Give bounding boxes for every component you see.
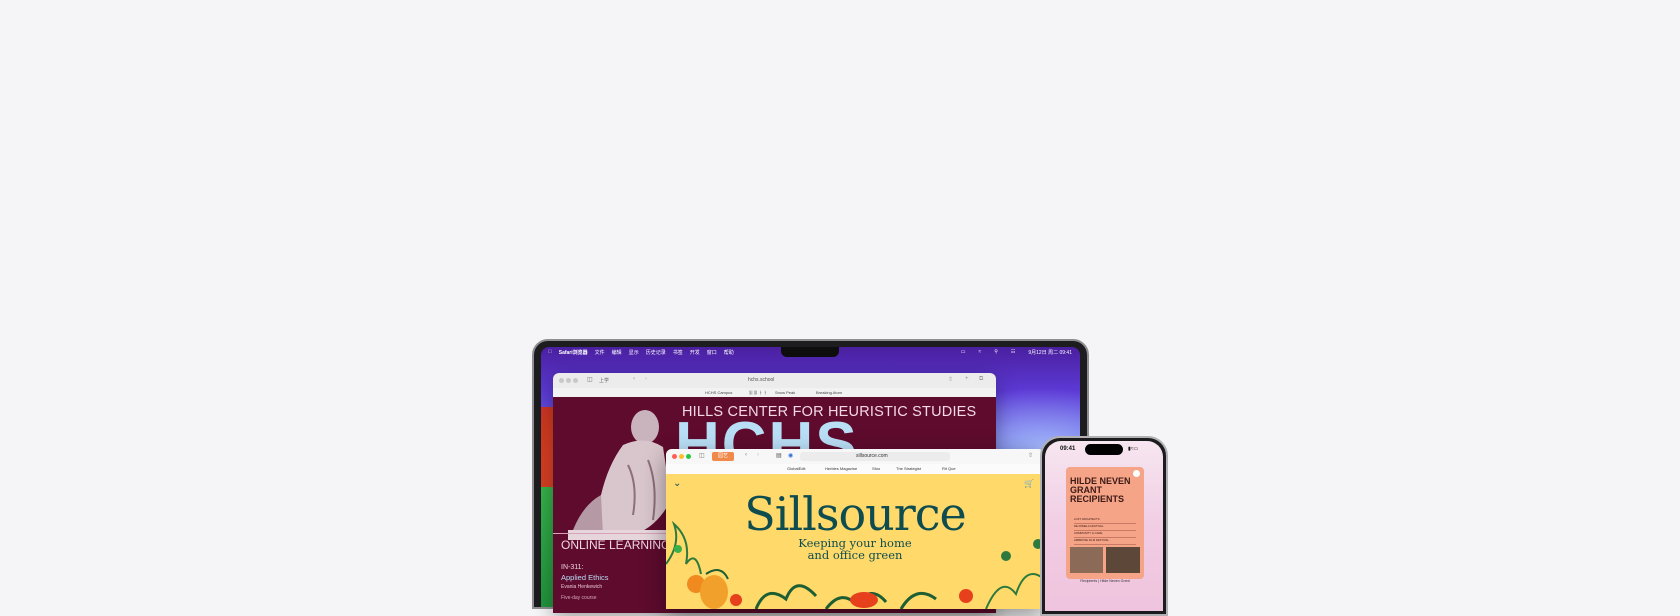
menu-item-bookmarks[interactable]: 书签 <box>673 349 683 356</box>
favorite-link[interactable]: Snow Peak <box>775 390 795 395</box>
favorite-link[interactable]: HCHS Campus <box>705 390 732 395</box>
grant-photo <box>1070 547 1103 573</box>
minimize-button[interactable] <box>566 378 571 383</box>
close-button[interactable] <box>559 378 564 383</box>
forward-icon[interactable]: › <box>757 452 759 458</box>
safari-window-sillsource: ◫ 园艺 ‹ › ▤ ◉ sillsource.com ⇧ GlobalEdit… <box>666 449 1044 609</box>
grant-row[interactable]: DE PAMELA FESTIVAL <box>1074 524 1136 531</box>
address-bar[interactable]: hchs.school <box>748 377 774 383</box>
grant-photo <box>1106 547 1140 573</box>
apple-menu-icon[interactable]:  <box>548 349 552 355</box>
dynamic-island <box>1085 444 1123 455</box>
close-button[interactable] <box>672 454 677 459</box>
zoom-button[interactable] <box>686 454 691 459</box>
course-duration: Five-day course <box>561 595 597 601</box>
menu-item-file[interactable]: 文件 <box>595 349 605 356</box>
close-icon[interactable] <box>1133 470 1140 477</box>
favorite-link[interactable]: Sfoo <box>872 466 880 471</box>
grant-row[interactable]: LOFT ARCHITECTS <box>1074 517 1136 524</box>
menu-item-app[interactable]: Safari浏览器 <box>559 349 588 356</box>
share-icon[interactable]: ⇧ <box>948 376 953 383</box>
menu-bar-status: ▭ ≈ ⚲ ☷ 9月12日 周二 09:41 <box>954 349 1072 356</box>
share-icon[interactable]: ⇧ <box>1028 452 1033 459</box>
menu-item-window[interactable]: 窗口 <box>707 349 717 356</box>
minimize-button[interactable] <box>679 454 684 459</box>
course-code: IN-311: <box>561 564 584 571</box>
menu-item-develop[interactable]: 开发 <box>690 349 700 356</box>
forward-icon[interactable]: › <box>645 376 647 382</box>
control-center-icon[interactable]: ☷ <box>1011 349 1015 356</box>
safari-toolbar: ◫ 园艺 ‹ › ▤ ◉ sillsource.com ⇧ <box>666 449 1044 465</box>
favorite-link[interactable]: The Strategist <box>896 466 921 471</box>
course-instructor: Evania Henkewich <box>561 584 603 590</box>
favorite-link[interactable]: 읽 읽 ㅏ ㅏ <box>749 390 767 396</box>
section-title: ONLINE LEARNING <box>561 538 671 552</box>
iphone-clock: 09:41 <box>1060 446 1076 452</box>
sidebar-icon[interactable]: ◫ <box>699 452 705 459</box>
menu-item-edit[interactable]: 编辑 <box>612 349 622 356</box>
tab-overview-icon[interactable]: ⧉ <box>979 376 983 383</box>
tab-group-label[interactable]: 上学 <box>599 377 609 384</box>
favorite-link[interactable]: Herbles Magazine <box>825 466 857 471</box>
sidebar-icon[interactable]: ◫ <box>587 376 593 383</box>
grant-row[interactable]: AMBROSE FILM FESTIVAL <box>1074 538 1136 545</box>
address-bar[interactable]: sillsource.com <box>856 453 888 459</box>
wifi-icon[interactable]: ≈ <box>978 349 981 356</box>
plant-illustration <box>666 520 1044 609</box>
grant-row[interactable]: COMMUNITY & CARE <box>1074 531 1136 538</box>
safari-toolbar: ◫ 上学 ‹ › hchs.school ⇧ + ⧉ <box>553 373 996 389</box>
reader-icon[interactable]: ▤ <box>776 452 782 459</box>
back-icon[interactable]: ‹ <box>745 452 747 458</box>
search-icon[interactable]: ⚲ <box>994 349 998 356</box>
iphone-status-icons: ▮≈▭ <box>1128 446 1139 452</box>
menu-item-help[interactable]: 帮助 <box>724 349 734 356</box>
battery-icon[interactable]: ▭ <box>961 349 966 356</box>
grant-list: LOFT ARCHITECTS DE PAMELA FESTIVAL COMMU… <box>1070 517 1140 545</box>
privacy-shield-icon[interactable]: ◉ <box>788 452 793 459</box>
grant-title-line: GRANT RECIPIENTS <box>1070 485 1125 504</box>
favorite-link[interactable]: Rit Que <box>942 466 956 471</box>
menu-bar-clock[interactable]: 9月12日 周二 09:41 <box>1028 349 1072 356</box>
favorite-link[interactable]: Breaking Atom <box>816 390 842 395</box>
statue-image <box>563 405 678 540</box>
menu-bar:  Safari浏览器 文件 编辑 显示 历史记录 书签 开发 窗口 帮助 ▭ … <box>541 347 1080 357</box>
menu-item-history[interactable]: 历史记录 <box>646 349 666 356</box>
favorite-link[interactable]: GlobalEdit <box>787 466 805 471</box>
grant-card-title: HILDE NEVEN GRANT RECIPIENTS <box>1070 477 1142 504</box>
new-tab-icon[interactable]: + <box>965 376 969 382</box>
grant-caption: Recipients | Hilde Neven Grant <box>1080 579 1130 583</box>
zoom-button[interactable] <box>573 378 578 383</box>
course-title[interactable]: Applied Ethics <box>561 573 609 582</box>
tab-group-label[interactable]: 园艺 <box>712 452 734 461</box>
back-icon[interactable]: ‹ <box>633 376 635 382</box>
menu-item-view[interactable]: 显示 <box>629 349 639 356</box>
